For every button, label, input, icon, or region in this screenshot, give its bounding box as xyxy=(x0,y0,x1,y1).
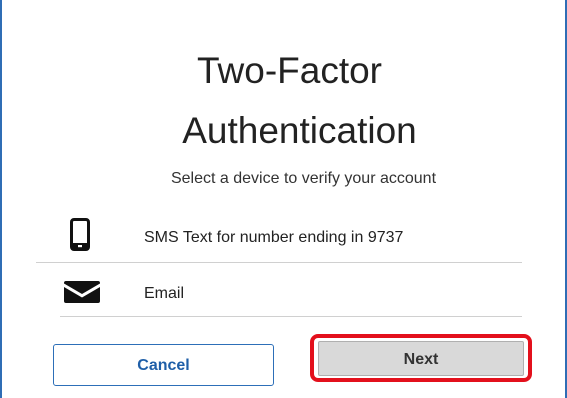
dialog-title-line-2: Authentication xyxy=(182,110,417,151)
device-option-email-label: Email xyxy=(144,285,185,302)
dialog-subtitle: Select a device to verify your account xyxy=(170,170,437,187)
device-option-sms-label: SMS Text for number ending in 9737 xyxy=(144,229,404,246)
device-option-email[interactable]: Email xyxy=(36,265,522,317)
next-button[interactable]: Next xyxy=(318,341,524,376)
dialog-title-line-1: Two-Factor xyxy=(196,50,383,91)
dialog-frame-left xyxy=(0,0,2,398)
device-divider xyxy=(36,262,522,263)
smartphone-icon xyxy=(70,218,90,251)
envelope-icon xyxy=(64,281,100,303)
cancel-button[interactable]: Cancel xyxy=(53,344,274,386)
device-divider xyxy=(60,316,522,317)
device-option-sms[interactable]: SMS Text for number ending in 9737 xyxy=(36,211,522,263)
two-factor-dialog: Two-Factor Authentication Select a devic… xyxy=(0,0,567,398)
